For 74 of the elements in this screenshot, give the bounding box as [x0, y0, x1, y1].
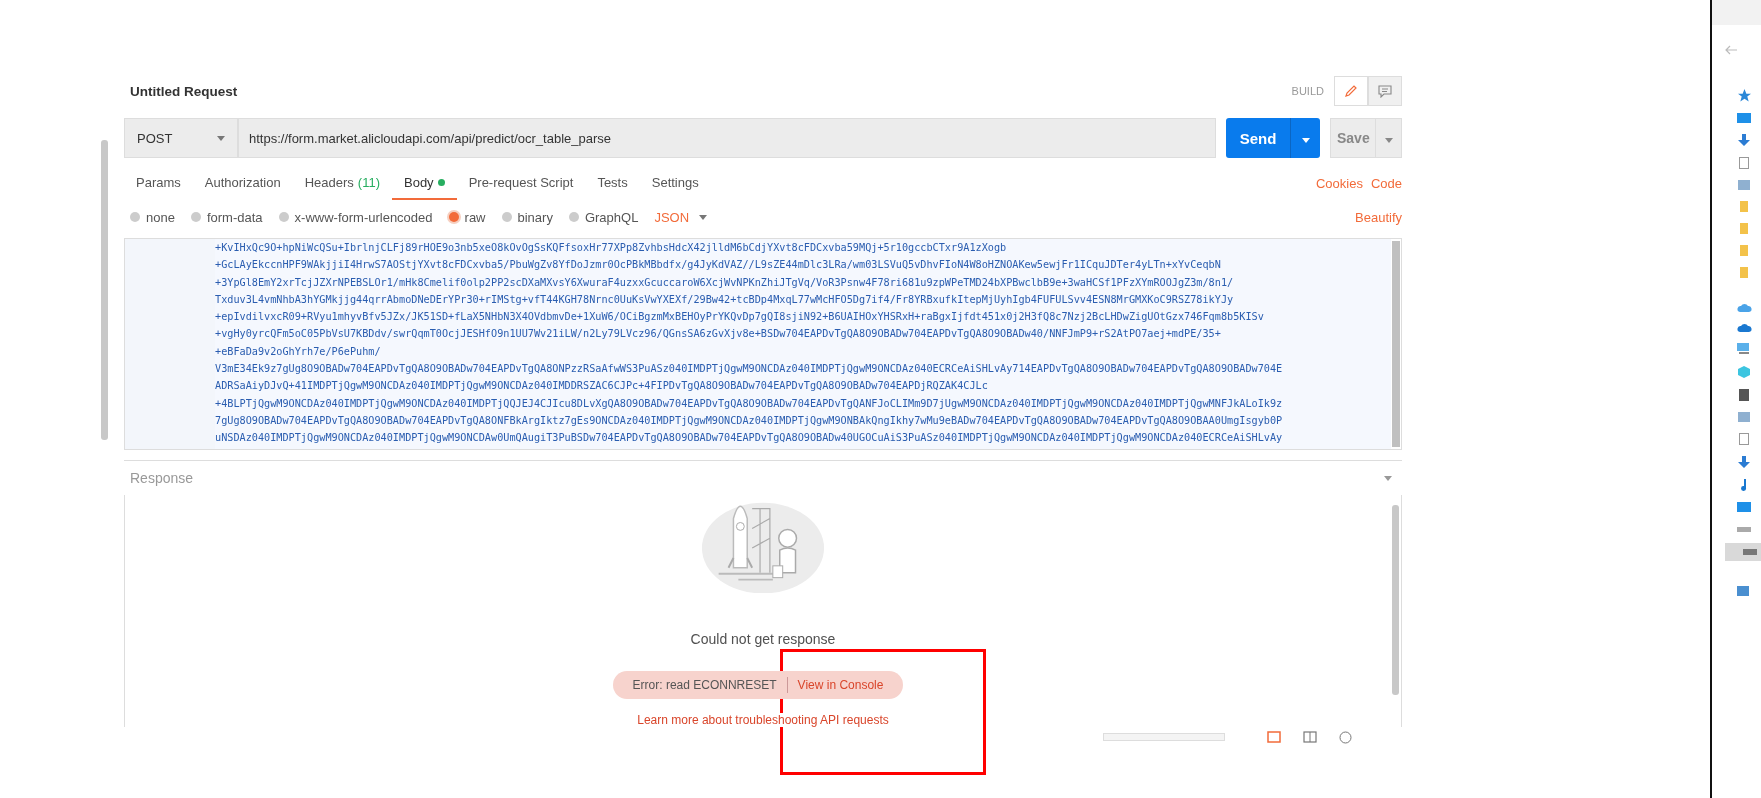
layout-icon[interactable]: [1267, 731, 1281, 743]
edit-button[interactable]: [1334, 76, 1368, 106]
document-icon[interactable]: [1739, 157, 1749, 169]
cloud-icon[interactable]: [1736, 323, 1752, 332]
code-line: +3YpGl8EmY2xrTcjJZXrNPEBSLOr1/mHk8Cmelif0olp2PP2scDXaMXvsY6XwuraF4uzxxGcuccaroW6XcjWvNPKnZhiJTgVq/VoR3Psnw4F78ri681u9zpWPeTMD24bXPBwclbB9e+3waHCSf1PFzXYmROOJgZ3m/8n1/: [215, 275, 1235, 290]
down-arrow-icon[interactable]: [1738, 134, 1750, 146]
down-arrow-icon[interactable]: [1738, 456, 1750, 468]
network-icon[interactable]: [1737, 586, 1751, 599]
response-title: Response: [130, 470, 194, 486]
document-icon[interactable]: [1739, 433, 1749, 445]
method-dropdown[interactable]: POST: [124, 118, 238, 158]
star-icon[interactable]: [1737, 89, 1751, 102]
comment-icon: [1378, 84, 1392, 98]
tab-label: Tests: [597, 174, 628, 190]
tab-label: Headers: [304, 174, 354, 190]
scrollbar[interactable]: [1392, 241, 1400, 447]
code-line: V3mE34Ek9z7gUg8O9OBADw704EAPDvTgQA8O9OBADw704EAPDvTgQA8ONPzzRSaAfwWS3PuASz040IMDPTjQgwM9ONCDAz040IMDPTjQgwM9ONCDAz040ECRCeAiSHLvAy714EAPDvTgQA8O9OBADw704EAPDvTgQA8O9OBADw704E: [215, 362, 1284, 377]
code-line: ADRSaAiyDJvQ+41IMDPTjQgwM9ONCDAz040IMDPTjQgwM9ONCDAz040IMDDRSZAC6CJPc+4FIPDvTgQA8O9OBADw704EAPDvTgQA8O9OBADw704EAPDjRQZAK4CJLc: [215, 379, 989, 394]
tab-count: (11): [357, 174, 380, 190]
error-text: Error: read ECONNRESET: [632, 678, 777, 693]
code-line: +GcLAyEkccnHPF9WAkjjiI4HrwS7AOStjYXvt8cFDCxvba5/PbuWgZv8YfDoJzmr0OcPBkMBbdfx/g4JyKdVAZ//L9sZE44mDlc3LRa/wm03LSVuQ5vDhvFIoN4W8oHZNOAKew5ewjFr1ICquJDTer4yLTn+xYvCeqbN: [215, 258, 1222, 273]
code-line: +eBFaDa9v2oGhYrh7e/P6ePuhm/: [215, 344, 382, 359]
code-line: +epIvdilvxcR09+RVyu1mhyvBfv5JZx/JK51SD+fLaX5NHbN3X4OVdbmvDe+1XuW6/OCiBgzmMxBEHOyPrYKQvDp7gQI8sjiN92+B6UAIHOxYHSRxH+raBgxIjfdt451x0j2H3fQ8c7Nzj2BcLHDwZigUOtGzx746Fqm8b5KISv: [215, 310, 1265, 325]
scrollbar[interactable]: [101, 140, 108, 440]
caret-icon: [699, 214, 708, 220]
code-editor[interactable]: [124, 238, 1402, 450]
code-line: Txduv3L4vmNhbA3hYGMkjjg44qrrAbmoDNeDErYPr30+rIMStg+vfT44KGH78Nrnc0UuKsVwYXEXf/29Bw42+tcBDp4MxqL77wMcHFO5Dg7if4/Fr8YRBxufkItepMjUyhIgb4FUFULSvv4ESN8MrGMXKoC9RSZ78ikYJy: [215, 292, 1235, 307]
request-title: Untitled Request: [130, 83, 239, 99]
cloud-icon[interactable]: [1736, 303, 1752, 312]
caret-icon: [1384, 475, 1392, 481]
error-message: Could not get response: [690, 631, 836, 648]
code-line: +KvIHxQc9O+hpNiWcQSu+IbrlnjCLFj89rHOE9o3nb5xeO8kOvOgSsKQFfsoxHr77XPp8ZvhbsHdcX42jlldM6bCdjYXvt8cFDCxvba59MQj+5r10gccbCTxr9A1zXogb: [215, 241, 1008, 255]
help-link[interactable]: Learn more about troubleshooting API requests: [637, 713, 889, 727]
caret-icon: [1301, 137, 1310, 143]
code-line: +vgHy0yrcQFm5oC05PbVsU7KBDdv/swrQqmT0OcjJESHfO9n1UU7Wv21iLW/n2Ly79LVcz96/QGnsSA6zGvXjv8e+BSDw704EAPDvTgQA8O9OBADw704EAPDvTgQA8O9OBADw40/NNFJmP9+rS2AtPO7aej+mdPE/35+: [215, 327, 1222, 342]
request-tab[interactable]: Headers (11): [292, 166, 392, 200]
music-note-icon[interactable]: [1739, 479, 1749, 491]
help-icon[interactable]: [1339, 730, 1352, 744]
code-line: uNSDAz040IMDPTjQgwM9ONCDAz040IMDPTjQgwM9ONCDAw0UmQAugiT3PuBSDw704EAPDvTgQA8O9OBADw704EAPDvTgQA8O9OBADw40UGOCuAiS3PuASz040IMDPTjQgwM9ONCDAz040IMDPTjQgwM9ONCDAz040ECRCeAiSHLvAy: [215, 431, 1284, 446]
code-line: +4BLPTjQgwM9ONCDAz040IMDPTjQgwM9ONCDAz040IMDPTjQQJEJ4CJIcu8DLvXgQA8O9OBADw704EAPDvTgQA8O9OBADw704EAPDvTgQANFJoCLIMm9D7jUgwM9ONCDAz040IMDPTjQgwM9ONCDAz040IMDPTjQgwMNFJkALoIk9z: [215, 396, 1284, 411]
back-arrow-icon[interactable]: [1724, 45, 1738, 55]
tab-label: Settings: [651, 174, 699, 190]
code-line: 7gUg8O9OBADw704EAPDvTgQA8O9OBADw704EAPDvTgQA8ONFBkArgIktz7gEs9ONCDAz040IMDPTjQgwM9ONCDAz040IMDPTjQgwM9ONBAkQngIkhy7wMu9eBADw704EAPDvTgQA8O9OBADw704EAPDvTgQA8O9OBAA0UmgIsgyb0P: [215, 413, 1284, 428]
columns-icon[interactable]: [1303, 731, 1317, 743]
tab-label: Params: [136, 174, 181, 190]
send-button[interactable]: Send: [1226, 118, 1290, 158]
caret-icon: [217, 135, 225, 141]
computer-icon[interactable]: [1737, 343, 1751, 355]
tab-label: Authorization: [204, 174, 281, 190]
title-bar: [1712, 0, 1761, 25]
request-tab[interactable]: Body: [392, 166, 457, 200]
body-type-radio[interactable]: raw: [448, 209, 486, 225]
request-tab[interactable]: Authorization: [192, 166, 293, 200]
caret-icon: [1384, 137, 1393, 143]
request-tab[interactable]: Pre-request Script: [456, 166, 586, 200]
pencil-icon: [1344, 84, 1358, 98]
send-options-button[interactable]: [1290, 118, 1320, 158]
save-options-button[interactable]: [1376, 118, 1402, 158]
request-tab[interactable]: Settings: [639, 166, 711, 200]
tab-label: Body: [404, 174, 434, 190]
body-type-radio[interactable]: binary: [501, 209, 553, 225]
request-tab[interactable]: Tests: [585, 166, 640, 200]
cube-icon[interactable]: [1738, 366, 1750, 378]
url-field[interactable]: https://form.market.alicloudapi.com/api/predict/ocr_table_parse: [238, 118, 1216, 158]
body-type-radio[interactable]: form-data: [190, 209, 263, 225]
request-tab[interactable]: Params: [124, 166, 193, 200]
comments-button[interactable]: [1368, 76, 1402, 106]
mode-label: BUILD: [1291, 85, 1324, 97]
body-type-radio[interactable]: GraphQL: [568, 209, 639, 225]
tab-label: Pre-request Script: [468, 174, 574, 190]
body-type-radio[interactable]: none: [130, 209, 175, 225]
scrollbar[interactable]: [1392, 505, 1399, 695]
body-type-radio[interactable]: x-www-form-urlencoded: [278, 209, 433, 225]
status-bar-control[interactable]: [1103, 733, 1225, 741]
